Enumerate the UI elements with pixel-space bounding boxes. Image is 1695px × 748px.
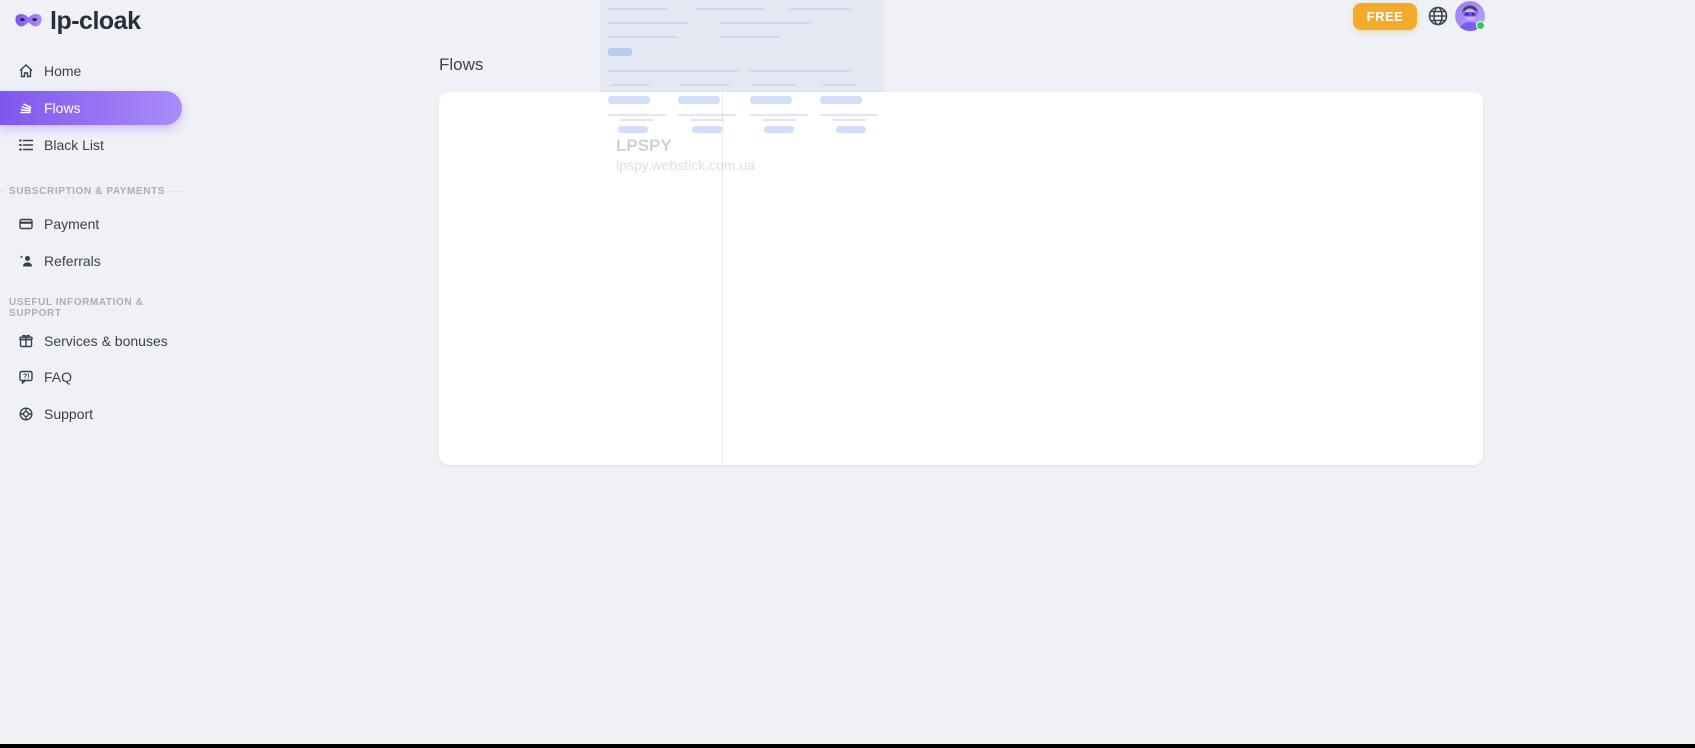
mask-logo-icon [14,11,43,32]
sidebar-item-label: Flows [44,100,81,116]
svg-text:?!: ?! [23,373,30,380]
support-helm-icon [18,406,34,422]
sidebar-item-label: Referrals [44,253,101,269]
gift-icon [18,333,34,349]
referral-person-icon [18,253,34,269]
sidebar-item-black-list[interactable]: Black List [0,128,240,162]
sidebar-item-label: Support [44,406,93,422]
sidebar-item-flows[interactable]: Flows [0,91,182,125]
ghost-preview-top [600,0,884,92]
section-label: SUBSCRIPTION & PAYMENTS [9,186,165,197]
sidebar-item-label: FAQ [44,369,72,385]
sidebar-item-label: Payment [44,216,99,232]
sidebar-item-services-bonuses[interactable]: Services & bonuses [0,324,240,358]
sidebar-item-label: Home [44,63,81,79]
card-divider [722,92,723,465]
sidebar-section-subscription: SUBSCRIPTION & PAYMENTS [0,185,182,197]
sidebar-item-label: Black List [44,137,104,153]
list-icon [18,137,34,153]
sidebar-item-faq[interactable]: ?! FAQ [0,360,240,394]
plan-badge-free[interactable]: FREE [1353,3,1417,30]
section-dash [0,191,4,192]
screen-bottom-edge [0,744,1695,748]
sidebar-item-payment[interactable]: Payment [0,207,240,241]
flows-stack-icon [18,100,34,116]
online-status-dot [1476,21,1485,30]
sidebar-item-referrals[interactable]: Referrals [0,244,240,278]
language-globe-icon[interactable] [1427,5,1449,27]
page-title: Flows [439,55,483,75]
sidebar-item-home[interactable]: Home [0,54,240,88]
sidebar-section-support: USEFUL INFORMATION & SUPPORT [0,302,182,314]
credit-card-icon [18,216,34,232]
section-label: USEFUL INFORMATION & SUPPORT [9,297,182,319]
faq-bubble-icon: ?! [18,369,34,385]
sidebar-item-support[interactable]: Support [0,397,240,431]
brand: lp-cloak [14,7,140,36]
sidebar-item-label: Services & bonuses [44,333,168,349]
home-icon [18,63,34,79]
flow-creating-card [439,92,1483,465]
section-line [170,191,182,192]
brand-name: lp-cloak [50,7,140,36]
